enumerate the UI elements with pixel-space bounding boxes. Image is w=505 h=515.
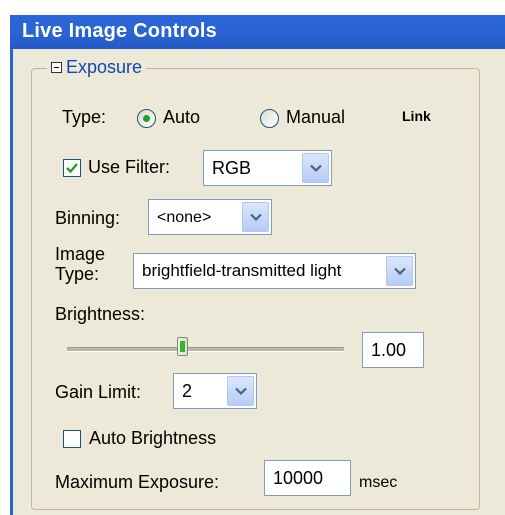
panel-left-border	[10, 49, 13, 515]
gain-limit-dropdown-button[interactable]	[227, 376, 254, 406]
image-type-dropdown-button[interactable]	[386, 256, 413, 286]
image-type-select[interactable]: brightfield-transmitted light	[133, 253, 416, 289]
filter-select-value: RGB	[212, 158, 252, 178]
type-auto-label[interactable]: Auto	[163, 107, 200, 128]
link-button[interactable]: Link	[402, 108, 431, 124]
gain-limit-label: Gain Limit:	[55, 382, 142, 402]
brightness-slider-track[interactable]	[67, 347, 344, 352]
filter-select[interactable]: RGB	[203, 150, 332, 186]
gain-limit-select[interactable]: 2	[173, 373, 257, 409]
image-type-label-line1: Image	[55, 244, 106, 264]
type-manual-label[interactable]: Manual	[286, 107, 345, 128]
binning-dropdown-button[interactable]	[242, 202, 269, 232]
binning-label: Binning:	[55, 208, 121, 228]
type-auto-radio[interactable]	[137, 109, 156, 128]
exposure-group-header[interactable]: Exposure	[47, 57, 147, 78]
image-type-select-value: brightfield-transmitted light	[142, 261, 342, 280]
auto-brightness-label[interactable]: Auto Brightness	[89, 428, 216, 449]
gain-limit-select-value: 2	[182, 381, 193, 401]
type-manual-radio[interactable]	[260, 109, 279, 128]
filter-dropdown-button[interactable]	[302, 153, 329, 183]
chevron-down-icon	[394, 267, 406, 276]
brightness-input[interactable]: 1.00	[362, 332, 424, 368]
max-exposure-unit: msec	[359, 474, 398, 491]
image-type-label: Image Type:	[55, 244, 105, 284]
exposure-group-label: Exposure	[66, 57, 143, 77]
window-title: Live Image Controls	[22, 20, 217, 42]
max-exposure-input[interactable]: 10000	[264, 460, 351, 496]
max-exposure-input-value: 10000	[273, 468, 324, 488]
collapse-minus-icon[interactable]	[51, 62, 62, 73]
use-filter-label[interactable]: Use Filter:	[88, 157, 170, 178]
chevron-down-icon	[235, 387, 247, 396]
auto-brightness-checkbox[interactable]	[63, 430, 81, 448]
type-label: Type:	[62, 107, 107, 127]
window-title-bar: Live Image Controls	[10, 15, 505, 49]
binning-select-value: <none>	[157, 209, 212, 226]
binning-select[interactable]: <none>	[148, 199, 272, 235]
chevron-down-icon	[250, 213, 262, 222]
chevron-down-icon	[310, 164, 322, 173]
max-exposure-label: Maximum Exposure:	[55, 472, 220, 492]
use-filter-checkbox[interactable]	[63, 159, 81, 177]
checkmark-icon	[66, 163, 78, 174]
brightness-slider-thumb[interactable]	[177, 337, 188, 356]
brightness-input-value: 1.00	[371, 340, 407, 360]
image-type-label-line2: Type:	[55, 264, 100, 284]
brightness-label: Brightness:	[55, 304, 146, 324]
